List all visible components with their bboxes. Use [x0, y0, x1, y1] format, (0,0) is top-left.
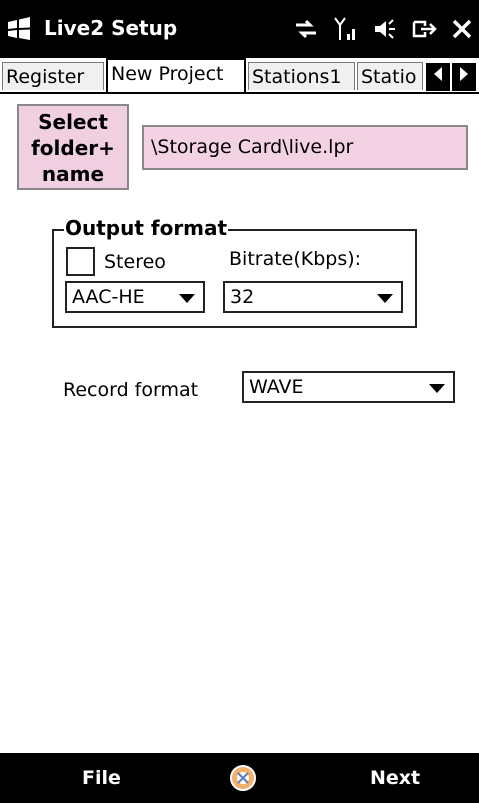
tab-scroll-left-icon[interactable] — [426, 63, 450, 91]
window-title: Live2 Setup — [44, 16, 178, 40]
output-format-group — [52, 229, 417, 328]
chevron-down-icon — [377, 294, 393, 303]
codec-dropdown[interactable]: AAC-HE — [65, 281, 205, 313]
title-bar: Live2 Setup — [0, 0, 479, 58]
stereo-checkbox[interactable] — [66, 247, 95, 276]
tab-strip: Register New Project Stations1 Statio — [0, 58, 479, 94]
next-softkey[interactable]: Next — [370, 766, 420, 790]
bitrate-label: Bitrate(Kbps): — [229, 248, 362, 270]
tab-register[interactable]: Register — [2, 62, 104, 90]
tab-new-project[interactable]: New Project — [106, 58, 246, 92]
select-folder-label-line3: name — [41, 162, 105, 186]
signal-icon[interactable] — [333, 16, 359, 42]
stereo-label: Stereo — [104, 251, 166, 273]
windows-start-icon[interactable] — [6, 16, 32, 42]
chevron-down-icon — [429, 384, 445, 393]
tab-stations1[interactable]: Stations1 — [248, 62, 355, 90]
file-softkey[interactable]: File — [82, 766, 121, 790]
tab-stations2[interactable]: Statio — [357, 62, 423, 90]
select-folder-label-line1: Select — [38, 110, 108, 134]
volume-icon[interactable] — [373, 17, 397, 41]
record-format-value: WAVE — [249, 376, 304, 398]
select-folder-label-line2: folder+ — [31, 136, 115, 160]
close-icon[interactable] — [451, 18, 473, 40]
battery-icon[interactable] — [411, 17, 437, 41]
output-format-legend: Output format — [64, 216, 229, 240]
record-format-dropdown[interactable]: WAVE — [242, 371, 455, 403]
bitrate-dropdown[interactable]: 32 — [223, 281, 403, 313]
codec-value: AAC-HE — [72, 286, 145, 308]
bitrate-value: 32 — [230, 286, 255, 308]
status-icons — [293, 12, 473, 46]
keyboard-input-icon[interactable] — [228, 763, 258, 793]
record-format-label: Record format — [63, 379, 199, 401]
select-folder-button[interactable]: Select folder+ name — [17, 104, 129, 190]
softkey-bar: File Next — [0, 753, 479, 803]
connectivity-icon[interactable] — [293, 18, 319, 40]
tab-scroll-right-icon[interactable] — [452, 63, 476, 91]
project-path-field[interactable]: \Storage Card\live.lpr — [142, 125, 468, 170]
chevron-down-icon — [179, 294, 195, 303]
